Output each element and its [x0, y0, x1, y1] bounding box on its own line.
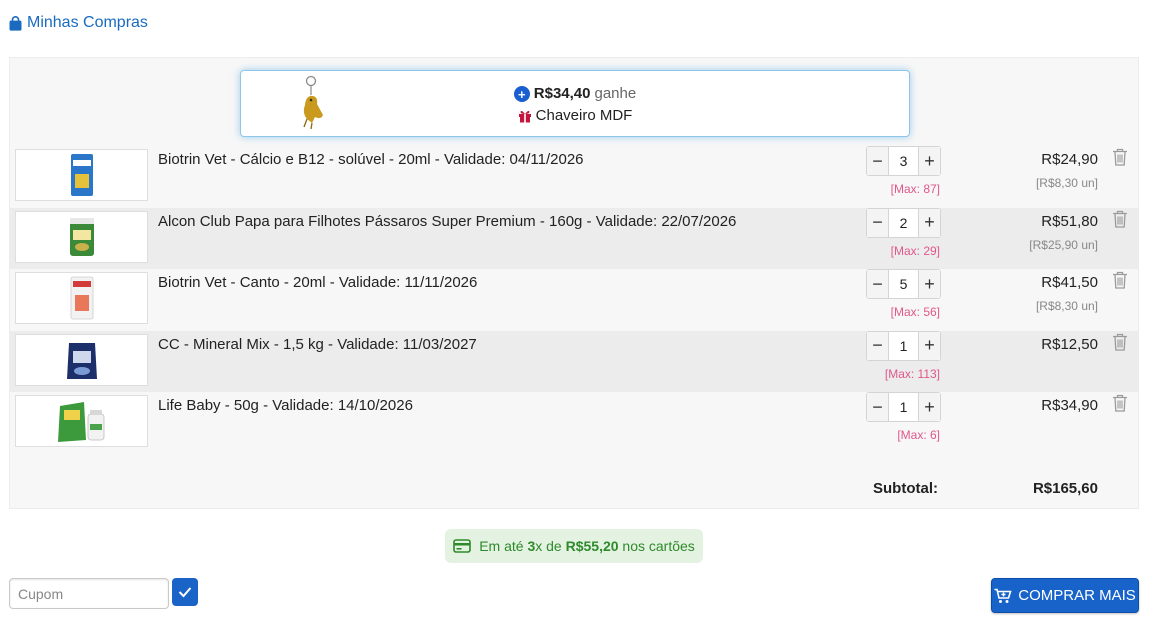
promo-gift-name: Chaveiro MDF	[535, 107, 633, 124]
max-quantity-label: [Max: 113]	[884, 366, 940, 381]
installments-suffix: nos cartões	[622, 538, 695, 554]
quantity-value[interactable]: 1	[889, 332, 918, 360]
product-name[interactable]: CC - Mineral Mix - 1,5 kg - Validade: 11…	[158, 336, 477, 353]
promo-price: R$34,40	[533, 85, 591, 102]
subtotal-label: Subtotal:	[873, 480, 938, 497]
decrease-quantity-button[interactable]: −	[867, 147, 889, 175]
max-quantity-label: [Max: 56]	[890, 305, 940, 319]
trash-icon[interactable]	[1112, 394, 1128, 417]
increase-quantity-button[interactable]: +	[918, 331, 940, 360]
coupon-input[interactable]	[9, 578, 169, 609]
item-price: R$12,50	[1041, 335, 1098, 353]
promo-ganhe: ganhe	[594, 85, 637, 102]
max-quantity-label: [Max: 6]	[897, 428, 940, 442]
item-price: R$24,90	[1041, 151, 1098, 168]
product-thumbnail[interactable]	[15, 210, 148, 263]
product-name[interactable]: Life Baby - 50g - Validade: 14/10/2026	[158, 397, 413, 414]
trash-icon[interactable]	[1112, 210, 1128, 233]
quantity-stepper: − 1 +	[866, 330, 941, 361]
increase-quantity-button[interactable]: +	[918, 270, 940, 298]
installments-prefix: Em até	[479, 538, 524, 554]
decrease-quantity-button[interactable]: −	[867, 331, 889, 360]
trash-icon[interactable]	[1112, 148, 1128, 171]
table-row: Biotrin Vet - Cálcio e B12 - solúvel - 2…	[10, 146, 1138, 208]
quantity-value[interactable]: 1	[889, 393, 918, 421]
quantity-value[interactable]: 5	[889, 270, 918, 298]
decrease-quantity-button[interactable]: −	[867, 208, 889, 237]
product-thumbnail[interactable]	[15, 395, 148, 447]
item-price: R$34,90	[1041, 397, 1098, 414]
installments-count: 3	[527, 538, 536, 554]
increase-quantity-button[interactable]: +	[918, 393, 940, 421]
quantity-stepper: − 3 +	[866, 146, 941, 176]
quantity-stepper: − 2 +	[866, 207, 941, 238]
table-row: Life Baby - 50g - Validade: 14/10/2026 −…	[10, 392, 1138, 454]
item-price: R$41,50	[1041, 274, 1098, 291]
check-icon	[178, 587, 192, 598]
increase-quantity-button[interactable]: +	[918, 147, 940, 175]
subtotal-value: R$165,60	[1032, 480, 1098, 497]
quantity-stepper: − 1 +	[866, 392, 941, 422]
shopping-bag-icon	[9, 15, 22, 31]
installments-mid: x de	[535, 538, 562, 554]
product-thumbnail[interactable]	[15, 333, 148, 386]
unit-price: [R$8,30 un]	[1035, 299, 1098, 313]
installments-amount: R$55,20	[565, 538, 619, 554]
installments-badge: Em até 3x de R$55,20 nos cartões	[445, 529, 703, 563]
quantity-stepper: − 5 +	[866, 269, 941, 299]
unit-price: [R$8,30 un]	[1035, 176, 1098, 190]
promo-banner[interactable]: + R$34,40 ganhe Chaveiro MDF	[240, 70, 910, 137]
unit-price: [R$25,90 un]	[1029, 237, 1098, 252]
cart-panel: + R$34,40 ganhe Chaveiro MDF Biotrin Vet…	[9, 57, 1139, 509]
table-row: Alcon Club Papa para Filhotes Pássaros S…	[10, 207, 1138, 269]
product-name[interactable]: Biotrin Vet - Canto - 20ml - Validade: 1…	[158, 274, 477, 291]
page-title-text: Minhas Compras	[27, 14, 148, 31]
trash-icon[interactable]	[1112, 333, 1128, 356]
credit-card-icon	[453, 539, 471, 553]
item-price: R$51,80	[1041, 212, 1098, 230]
table-row: CC - Mineral Mix - 1,5 kg - Validade: 11…	[10, 330, 1138, 392]
decrease-quantity-button[interactable]: −	[867, 270, 889, 298]
quantity-value[interactable]: 3	[889, 147, 918, 175]
buy-more-button[interactable]: COMPRAR MAIS	[991, 578, 1139, 613]
quantity-value[interactable]: 2	[889, 209, 918, 237]
table-row: Biotrin Vet - Canto - 20ml - Validade: 1…	[10, 269, 1138, 331]
apply-coupon-button[interactable]	[172, 578, 198, 606]
product-name[interactable]: Biotrin Vet - Cálcio e B12 - solúvel - 2…	[158, 151, 584, 168]
buy-more-label: COMPRAR MAIS	[1018, 587, 1136, 604]
max-quantity-label: [Max: 87]	[890, 182, 940, 196]
trash-icon[interactable]	[1112, 271, 1128, 294]
cart-items: Biotrin Vet - Cálcio e B12 - solúvel - 2…	[10, 146, 1138, 454]
product-thumbnail[interactable]	[15, 272, 148, 324]
cart-icon	[994, 588, 1012, 603]
max-quantity-label: [Max: 29]	[890, 243, 940, 258]
plus-circle-icon: +	[513, 86, 530, 102]
page-title[interactable]: Minhas Compras	[9, 14, 148, 32]
gift-icon	[518, 110, 531, 123]
product-thumbnail[interactable]	[15, 149, 148, 201]
increase-quantity-button[interactable]: +	[918, 208, 940, 237]
decrease-quantity-button[interactable]: −	[867, 393, 889, 421]
product-name[interactable]: Alcon Club Papa para Filhotes Pássaros S…	[158, 213, 736, 230]
